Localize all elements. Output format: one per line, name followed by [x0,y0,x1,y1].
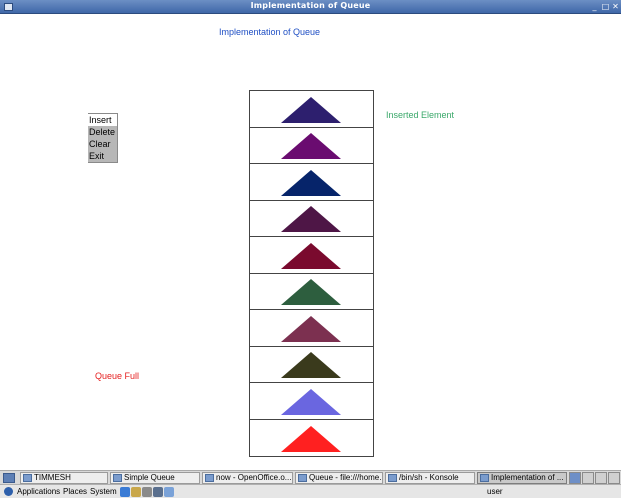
queue-slot [250,237,373,274]
queue-element-triangle [281,206,341,232]
network-launcher-icon[interactable] [164,487,174,497]
applications-menu[interactable]: Applications [17,486,60,498]
window-title: Implementation of Queue [250,1,371,10]
queue-slot [250,420,373,457]
queue-slot [250,347,373,383]
task-label: now - OpenOffice.o... [216,473,292,482]
queue-element-triangle [281,352,341,378]
task-label: Queue - file:///home... [309,473,383,482]
show-desktop-icon[interactable] [3,473,15,483]
task-label: Simple Queue [124,473,175,482]
system-menu[interactable]: System [90,486,117,498]
menu-item-clear[interactable]: Clear [88,138,117,150]
menu-item-delete[interactable]: Delete [88,126,117,138]
search-launcher-icon[interactable] [142,487,152,497]
mail-launcher-icon[interactable] [131,487,141,497]
task-button-queue-browser[interactable]: Queue - file:///home... [295,472,383,484]
workspace-2-button[interactable] [582,472,594,484]
queue-slot [250,128,373,164]
browser-launcher-icon[interactable] [120,487,130,497]
operation-menu: Insert Delete Clear Exit [88,113,118,163]
queue-slot [250,310,373,347]
window-titlebar[interactable]: Implementation of Queue _ □ ✕ [0,0,621,14]
minimize-icon[interactable]: _ [590,2,599,11]
queue-full-status: Queue Full [95,371,140,381]
queue-slot [250,91,373,128]
task-button-simple-queue[interactable]: Simple Queue [110,472,200,484]
task-label: /bin/sh - Konsole [399,473,459,482]
task-button-implementation[interactable]: Implementation of ... [477,472,567,484]
places-menu[interactable]: Places [63,486,87,498]
workspace-3-button[interactable] [595,472,607,484]
document-icon [205,474,214,482]
fedora-icon [4,487,13,496]
queue-element-triangle [281,133,341,159]
browser-icon [298,474,307,482]
queue-slot [250,274,373,310]
queue-element-triangle [281,96,341,123]
queue-element-triangle [281,279,341,305]
task-label: Implementation of ... [491,473,564,482]
maximize-icon[interactable]: □ [601,2,610,11]
queue-element-triangle [281,315,341,342]
queue-slot [250,383,373,420]
close-icon[interactable]: ✕ [611,2,620,11]
taskbar: TIMMESH Simple Queue now - OpenOffice.o.… [0,470,621,484]
folder-icon [113,474,122,482]
queue-slot [250,201,373,237]
task-button-timmesh[interactable]: TIMMESH [20,472,108,484]
task-button-konsole[interactable]: /bin/sh - Konsole [385,472,475,484]
app-heading: Implementation of Queue [219,27,321,37]
user-name: user [487,487,503,496]
terminal-launcher-icon[interactable] [153,487,163,497]
queue-slot [250,164,373,201]
bottom-panel: Applications Places System user [0,484,621,498]
queue-element-triangle [281,169,341,196]
workspace-4-button[interactable] [608,472,620,484]
inserted-status: Inserted Element [386,110,455,120]
queue-element-triangle [281,426,341,452]
folder-icon [23,474,32,482]
menu-item-exit[interactable]: Exit [88,150,117,162]
menu-item-insert[interactable]: Insert [88,114,117,126]
task-button-openoffice[interactable]: now - OpenOffice.o... [202,472,293,484]
task-label: TIMMESH [34,473,71,482]
queue-container [249,90,374,457]
window-icon [480,474,489,482]
queue-element-triangle [281,388,341,415]
terminal-icon [388,474,397,482]
workspace-1-button[interactable] [569,472,581,484]
queue-element-triangle [281,242,341,269]
